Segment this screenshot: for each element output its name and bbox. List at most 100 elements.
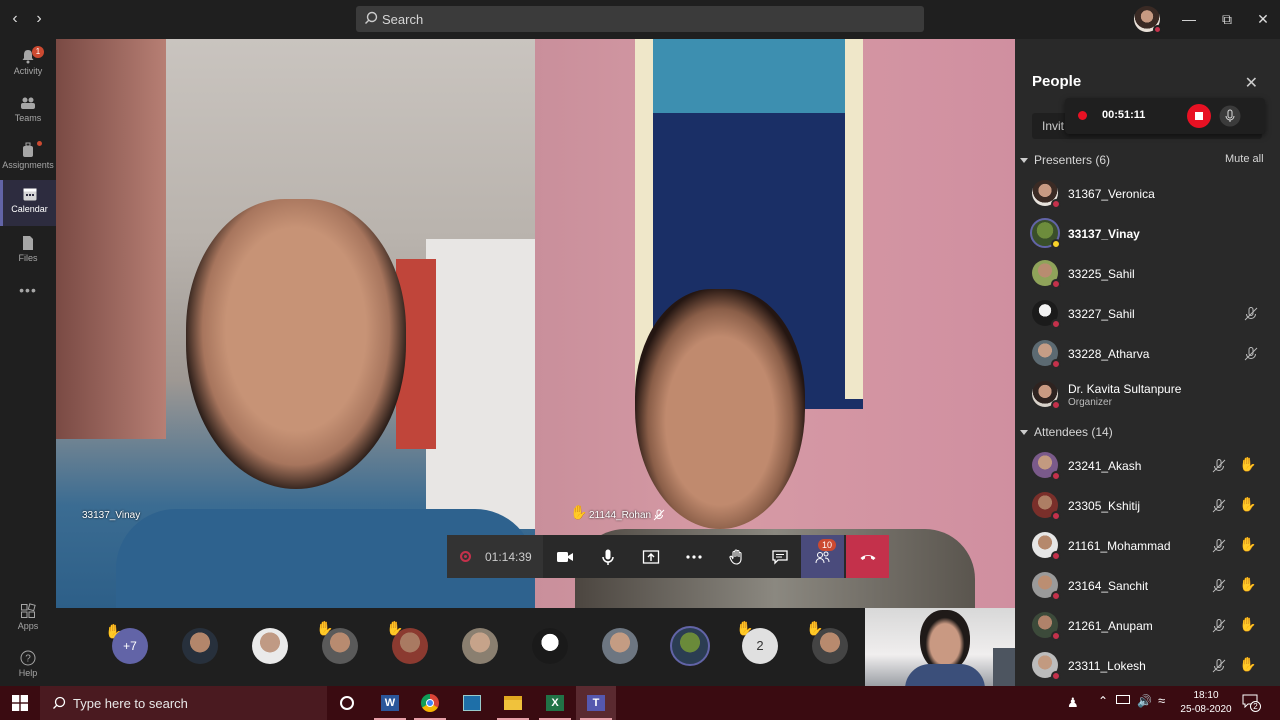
start-button[interactable]: [0, 686, 40, 720]
close-icon[interactable]: ✕: [1252, 8, 1274, 30]
chat-icon: [771, 549, 788, 565]
taskbar-search-input[interactable]: Type here to search: [40, 686, 327, 720]
windows-taskbar: Type here to search W X T ♟ ⌃ 🔊 ≈ 18:10 …: [0, 686, 1280, 720]
presenter-row[interactable]: 33228_Atharva: [1015, 335, 1280, 375]
participant-avatar[interactable]: [252, 628, 288, 664]
taskbar-app-teams[interactable]: T: [576, 686, 616, 720]
participant-strip: ✋ +7 ✋ ✋ ✋ 2 ✋: [56, 608, 865, 686]
taskbar-app-tool[interactable]: [452, 686, 492, 720]
attendee-row[interactable]: 23311_Lokesh ✋: [1015, 647, 1280, 687]
overflow-participants[interactable]: +7: [112, 628, 148, 664]
camera-button[interactable]: [543, 535, 586, 578]
minimize-icon[interactable]: —: [1178, 8, 1200, 30]
taskbar-app-chrome[interactable]: [410, 686, 450, 720]
cortana-button[interactable]: [327, 686, 367, 720]
assignments-dot: [37, 141, 42, 146]
rail-item-files[interactable]: Files: [0, 229, 56, 275]
forward-icon[interactable]: ›: [30, 10, 48, 28]
avatar[interactable]: [1134, 6, 1162, 34]
presenter-row[interactable]: 33137_Vinay: [1015, 215, 1280, 255]
attendee-row[interactable]: 21161_Mohammad ✋: [1015, 527, 1280, 567]
participant-avatar[interactable]: [532, 628, 568, 664]
taskbar-app-excel[interactable]: X: [535, 686, 575, 720]
self-person: [920, 610, 970, 672]
notification-count-badge: 2: [1250, 701, 1261, 712]
app-rail: 1 Activity Teams Assignments Calendar Fi…: [0, 39, 56, 686]
participant-name: 21161_Mohammad: [1068, 539, 1171, 553]
status-dot: [1051, 400, 1061, 410]
attendee-row[interactable]: 23164_Sanchit ✋: [1015, 567, 1280, 607]
participant-avatar-active[interactable]: [670, 626, 710, 666]
rail-label: Apps: [17, 621, 39, 631]
search-placeholder: Search: [382, 12, 424, 27]
mute-all-button[interactable]: Mute all: [1225, 153, 1264, 165]
participants-button[interactable]: 10: [801, 535, 844, 578]
participant-avatar[interactable]: [462, 628, 498, 664]
participant-role: Organizer: [1068, 397, 1112, 408]
more-apps-icon[interactable]: •••: [0, 282, 56, 328]
presenter-row[interactable]: Dr. Kavita Sultanpure Organizer: [1015, 375, 1280, 419]
share-button[interactable]: [629, 535, 672, 578]
recording-mic-icon[interactable]: [1219, 105, 1241, 127]
collapse-icon: [1020, 430, 1028, 436]
video-tile-rohan[interactable]: ✋ 21144_Rohan: [535, 39, 1015, 608]
more-icon: [685, 554, 702, 559]
svg-text:?: ?: [25, 654, 31, 665]
participant-avatar[interactable]: [812, 628, 848, 664]
rail-label: Help: [18, 668, 38, 678]
presenter-row[interactable]: 33225_Sahil: [1015, 255, 1280, 295]
back-icon[interactable]: ‹: [6, 10, 24, 28]
participant-avatar[interactable]: [182, 628, 218, 664]
video-tile-vinay[interactable]: 33137_Vinay: [56, 39, 535, 608]
participant-avatar[interactable]: [322, 628, 358, 664]
presenters-section-header[interactable]: Presenters (6): [1020, 153, 1110, 167]
taskbar-app-word[interactable]: W: [370, 686, 410, 720]
apps-icon: [21, 603, 36, 618]
stop-recording-button[interactable]: [1187, 104, 1211, 128]
chrome-icon: [421, 694, 439, 712]
participant-name: Dr. Kavita Sultanpure: [1068, 382, 1182, 396]
raise-hand-button[interactable]: [715, 535, 758, 578]
rail-item-activity[interactable]: 1 Activity: [0, 42, 56, 88]
restore-icon[interactable]: ⧉: [1216, 8, 1238, 30]
volume-icon[interactable]: 🔊: [1137, 694, 1152, 708]
search-icon: [53, 696, 66, 709]
hang-up-button[interactable]: [846, 535, 889, 578]
mic-off-icon: [1212, 459, 1226, 473]
show-hidden-icons[interactable]: ⌃: [1098, 694, 1108, 708]
taskbar-app-explorer[interactable]: [493, 686, 533, 720]
overflow-count-bubble[interactable]: 2: [742, 628, 778, 664]
rail-label: Teams: [14, 113, 42, 123]
avatar: [1032, 340, 1061, 369]
more-actions-button[interactable]: [672, 535, 715, 578]
status-away-dot: [1051, 239, 1061, 249]
wifi-icon[interactable]: ≈: [1158, 693, 1165, 708]
attendees-section-header[interactable]: Attendees (14): [1020, 425, 1113, 439]
presenter-row[interactable]: 31367_Veronica: [1015, 175, 1280, 215]
hang-up-icon: [860, 554, 875, 560]
rail-item-teams[interactable]: Teams: [0, 89, 56, 135]
chat-button[interactable]: [758, 535, 801, 578]
system-clock[interactable]: 18:10 25-08-2020: [1180, 689, 1232, 717]
battery-icon[interactable]: [1116, 695, 1130, 704]
self-video-preview[interactable]: [865, 608, 1015, 686]
attendee-row[interactable]: 21261_Anupam ✋: [1015, 607, 1280, 647]
rail-item-help[interactable]: ? Help: [0, 644, 56, 690]
presenter-row[interactable]: 33227_Sahil: [1015, 295, 1280, 335]
mic-off-icon: [1244, 347, 1258, 361]
avatar: [1032, 652, 1061, 681]
rail-item-assignments[interactable]: Assignments: [0, 136, 56, 182]
search-input[interactable]: Search: [356, 6, 924, 32]
rail-item-calendar[interactable]: Calendar: [0, 180, 56, 226]
person-vinay: [186, 199, 406, 489]
notification-center-icon[interactable]: 2: [1242, 694, 1261, 712]
mic-button[interactable]: [586, 535, 629, 578]
participant-avatar[interactable]: [392, 628, 428, 664]
close-panel-icon[interactable]: ✕: [1245, 73, 1258, 93]
attendee-row[interactable]: 23241_Akash ✋: [1015, 447, 1280, 487]
status-dot: [1051, 199, 1061, 209]
people-taskbar-icon[interactable]: ♟: [1067, 695, 1079, 711]
participant-avatar[interactable]: [602, 628, 638, 664]
attendee-row[interactable]: 23305_Kshitij ✋: [1015, 487, 1280, 527]
rail-item-apps[interactable]: Apps: [0, 597, 56, 643]
